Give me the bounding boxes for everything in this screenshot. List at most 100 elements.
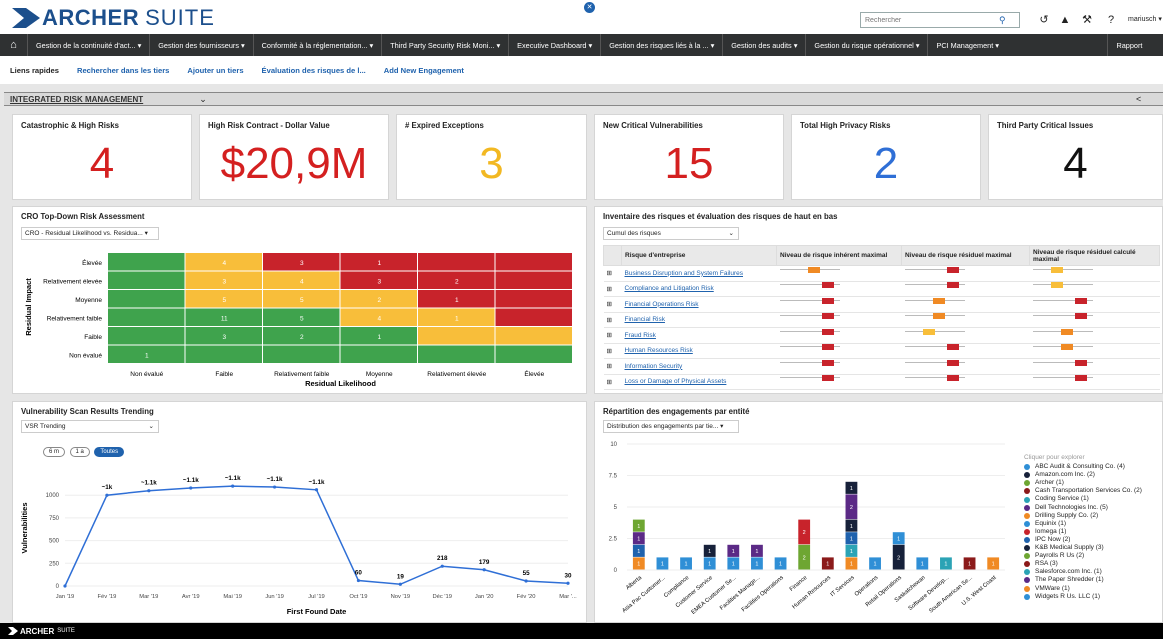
range-1a-button[interactable]: 1 a	[69, 447, 90, 457]
nav-audits[interactable]: Gestion des audits ▾	[723, 34, 807, 56]
expand-row-icon[interactable]: ⊞	[603, 374, 622, 390]
nav-executive-dashboard[interactable]: Executive Dashboard ▾	[509, 34, 602, 56]
search-input[interactable]	[861, 13, 999, 27]
risk-name-link[interactable]: Financial Risk	[621, 312, 777, 328]
engagement-select[interactable]: Distribution des engagements par tie... …	[603, 420, 739, 433]
heatmap-cell[interactable]	[418, 345, 495, 364]
col-header-inherent[interactable]: Niveau de risque inhérent maximal	[776, 245, 902, 266]
share-icon[interactable]: <	[1136, 94, 1141, 104]
vsr-select[interactable]: VSR Trending ⌄	[21, 420, 159, 433]
legend-item[interactable]: RSA (3)	[1024, 560, 1142, 568]
kpi-third-party-critical-issues[interactable]: Third Party Critical Issues 4	[988, 114, 1163, 200]
kpi-catastrophic-high-risks[interactable]: Catastrophic & High Risks 4	[12, 114, 192, 200]
legend-item[interactable]: Widgets R Us. LLC (1)	[1024, 593, 1142, 601]
legend-item[interactable]: Amazon.com Inc. (2)	[1024, 471, 1142, 479]
history-icon[interactable]: ↺	[1037, 13, 1051, 27]
range-all-button[interactable]: Toutes	[94, 447, 125, 457]
data-point[interactable]	[105, 493, 109, 497]
expand-row-icon[interactable]: ⊞	[603, 327, 622, 344]
quick-link-add-engagement[interactable]: Add New Engagement	[384, 66, 464, 75]
heatmap-cell[interactable]	[263, 345, 340, 364]
table-row[interactable]: ⊞ Financial Operations Risk	[603, 296, 1160, 313]
kpi-total-high-privacy-risks[interactable]: Total High Privacy Risks 2	[791, 114, 981, 200]
expand-row-icon[interactable]: ⊞	[603, 358, 622, 375]
kpi-expired-exceptions[interactable]: # Expired Exceptions 3	[396, 114, 587, 200]
legend-item[interactable]: Dell Technologies Inc. (5)	[1024, 504, 1142, 512]
risk-name-link[interactable]: Information Security	[621, 358, 777, 375]
heatmap-cell[interactable]	[418, 253, 495, 271]
legend-item[interactable]: Cash Transportation Services Co. (2)	[1024, 487, 1142, 495]
collapse-toggle-icon[interactable]: ✕	[584, 2, 595, 13]
legend-item[interactable]: ABC Audit & Consulting Co. (4)	[1024, 463, 1142, 471]
nav-risk-management[interactable]: Gestion des risques liés à la ... ▾	[601, 34, 724, 56]
heatmap-cell[interactable]	[185, 345, 263, 364]
nav-business-continuity[interactable]: Gestion de la continuité d'act... ▾	[28, 34, 151, 56]
heatmap-cell[interactable]	[495, 271, 573, 290]
data-point[interactable]	[231, 484, 235, 488]
risk-name-link[interactable]: Business Disruption and System Failures	[621, 265, 777, 282]
legend-item[interactable]: IPC Now (2)	[1024, 536, 1142, 544]
archer-logo[interactable]: ARCHER SUITE	[12, 5, 215, 30]
col-header-calculated[interactable]: Niveau de risque résiduel calculé maxima…	[1029, 245, 1160, 266]
heatmap-cell[interactable]	[108, 271, 185, 290]
legend-item[interactable]: Iomega (1)	[1024, 528, 1142, 536]
legend-item[interactable]: Drilling Supply Co. (2)	[1024, 512, 1142, 520]
heatmap-cell[interactable]	[495, 290, 573, 308]
table-row[interactable]: ⊞ Fraud Risk	[603, 327, 1160, 344]
col-header-residual[interactable]: Niveau de risque résiduel maximal	[901, 245, 1030, 266]
quick-link-add-third-party[interactable]: Ajouter un tiers	[187, 66, 243, 75]
data-point[interactable]	[356, 578, 361, 583]
data-point[interactable]	[524, 579, 528, 583]
legend-item[interactable]: Equinix (1)	[1024, 520, 1142, 528]
search-icon[interactable]: ⚲	[999, 15, 1006, 26]
kpi-new-critical-vulnerabilities[interactable]: New Critical Vulnerabilities 15	[594, 114, 784, 200]
table-row[interactable]: ⊞ Information Security	[603, 358, 1160, 375]
data-point[interactable]	[63, 584, 67, 588]
heatmap-cell[interactable]	[108, 308, 185, 327]
col-header-risk[interactable]: Risque d'entreprise	[621, 245, 777, 266]
table-row[interactable]: ⊞ Financial Risk	[603, 312, 1160, 328]
legend-item[interactable]: K&B Medical Supply (3)	[1024, 544, 1142, 552]
table-row[interactable]: ⊞ Human Resources Risk	[603, 343, 1160, 359]
data-point[interactable]	[189, 486, 193, 490]
heatmap-cell[interactable]	[495, 345, 573, 364]
nav-regulatory[interactable]: Conformité à la réglementation... ▾	[254, 34, 383, 56]
user-menu[interactable]: mariusch ▾	[1128, 15, 1162, 23]
risk-name-link[interactable]: Human Resources Risk	[621, 343, 777, 359]
heatmap-cell[interactable]	[108, 253, 185, 271]
risk-name-link[interactable]: Financial Operations Risk	[621, 296, 777, 313]
data-point[interactable]	[482, 568, 486, 572]
dashboard-dropdown-icon[interactable]: ⌄	[199, 94, 207, 105]
nav-operational-risk[interactable]: Gestion du risque opérationnel ▾	[806, 34, 929, 56]
range-6m-button[interactable]: 6 m	[43, 447, 66, 457]
heatmap-cell[interactable]	[495, 327, 573, 345]
risk-name-link[interactable]: Loss or Damage of Physical Assets	[621, 374, 777, 390]
expand-row-icon[interactable]: ⊞	[603, 296, 622, 313]
heatmap-cell[interactable]	[108, 327, 185, 345]
heatmap-cell[interactable]	[108, 290, 185, 308]
legend-item[interactable]: VMWare (1)	[1024, 585, 1142, 593]
data-point[interactable]	[566, 581, 570, 585]
quick-link-search-third-parties[interactable]: Rechercher dans les tiers	[77, 66, 169, 75]
legend-item[interactable]: Coding Service (1)	[1024, 495, 1142, 503]
heatmap-cell[interactable]	[495, 308, 573, 327]
nav-reports[interactable]: Rapport	[1108, 34, 1150, 56]
data-point[interactable]	[398, 582, 402, 586]
inventory-select[interactable]: Cumul des risques ⌄	[603, 227, 739, 240]
table-row[interactable]: ⊞ Business Disruption and System Failures	[603, 265, 1160, 282]
data-point[interactable]	[440, 564, 444, 568]
heatmap-cell[interactable]	[418, 327, 495, 345]
legend-item[interactable]: The Paper Shredder (1)	[1024, 576, 1142, 584]
legend-item[interactable]: Payrolls R Us (2)	[1024, 552, 1142, 560]
expand-row-icon[interactable]: ⊞	[603, 265, 622, 282]
home-icon[interactable]: ⌂	[0, 34, 28, 56]
wrench-icon[interactable]: ⚒	[1080, 13, 1094, 27]
expand-row-icon[interactable]: ⊞	[603, 312, 622, 328]
data-point[interactable]	[147, 489, 151, 493]
dashboard-title[interactable]: INTEGRATED RISK MANAGEMENT	[10, 95, 143, 104]
heatmap-cell[interactable]	[340, 345, 418, 364]
expand-row-icon[interactable]: ⊞	[603, 343, 622, 359]
risk-name-link[interactable]: Fraud Risk	[621, 327, 777, 344]
nav-pci[interactable]: PCI Management ▾	[928, 34, 1109, 56]
legend-item[interactable]: Salesforce.com Inc. (1)	[1024, 568, 1142, 576]
